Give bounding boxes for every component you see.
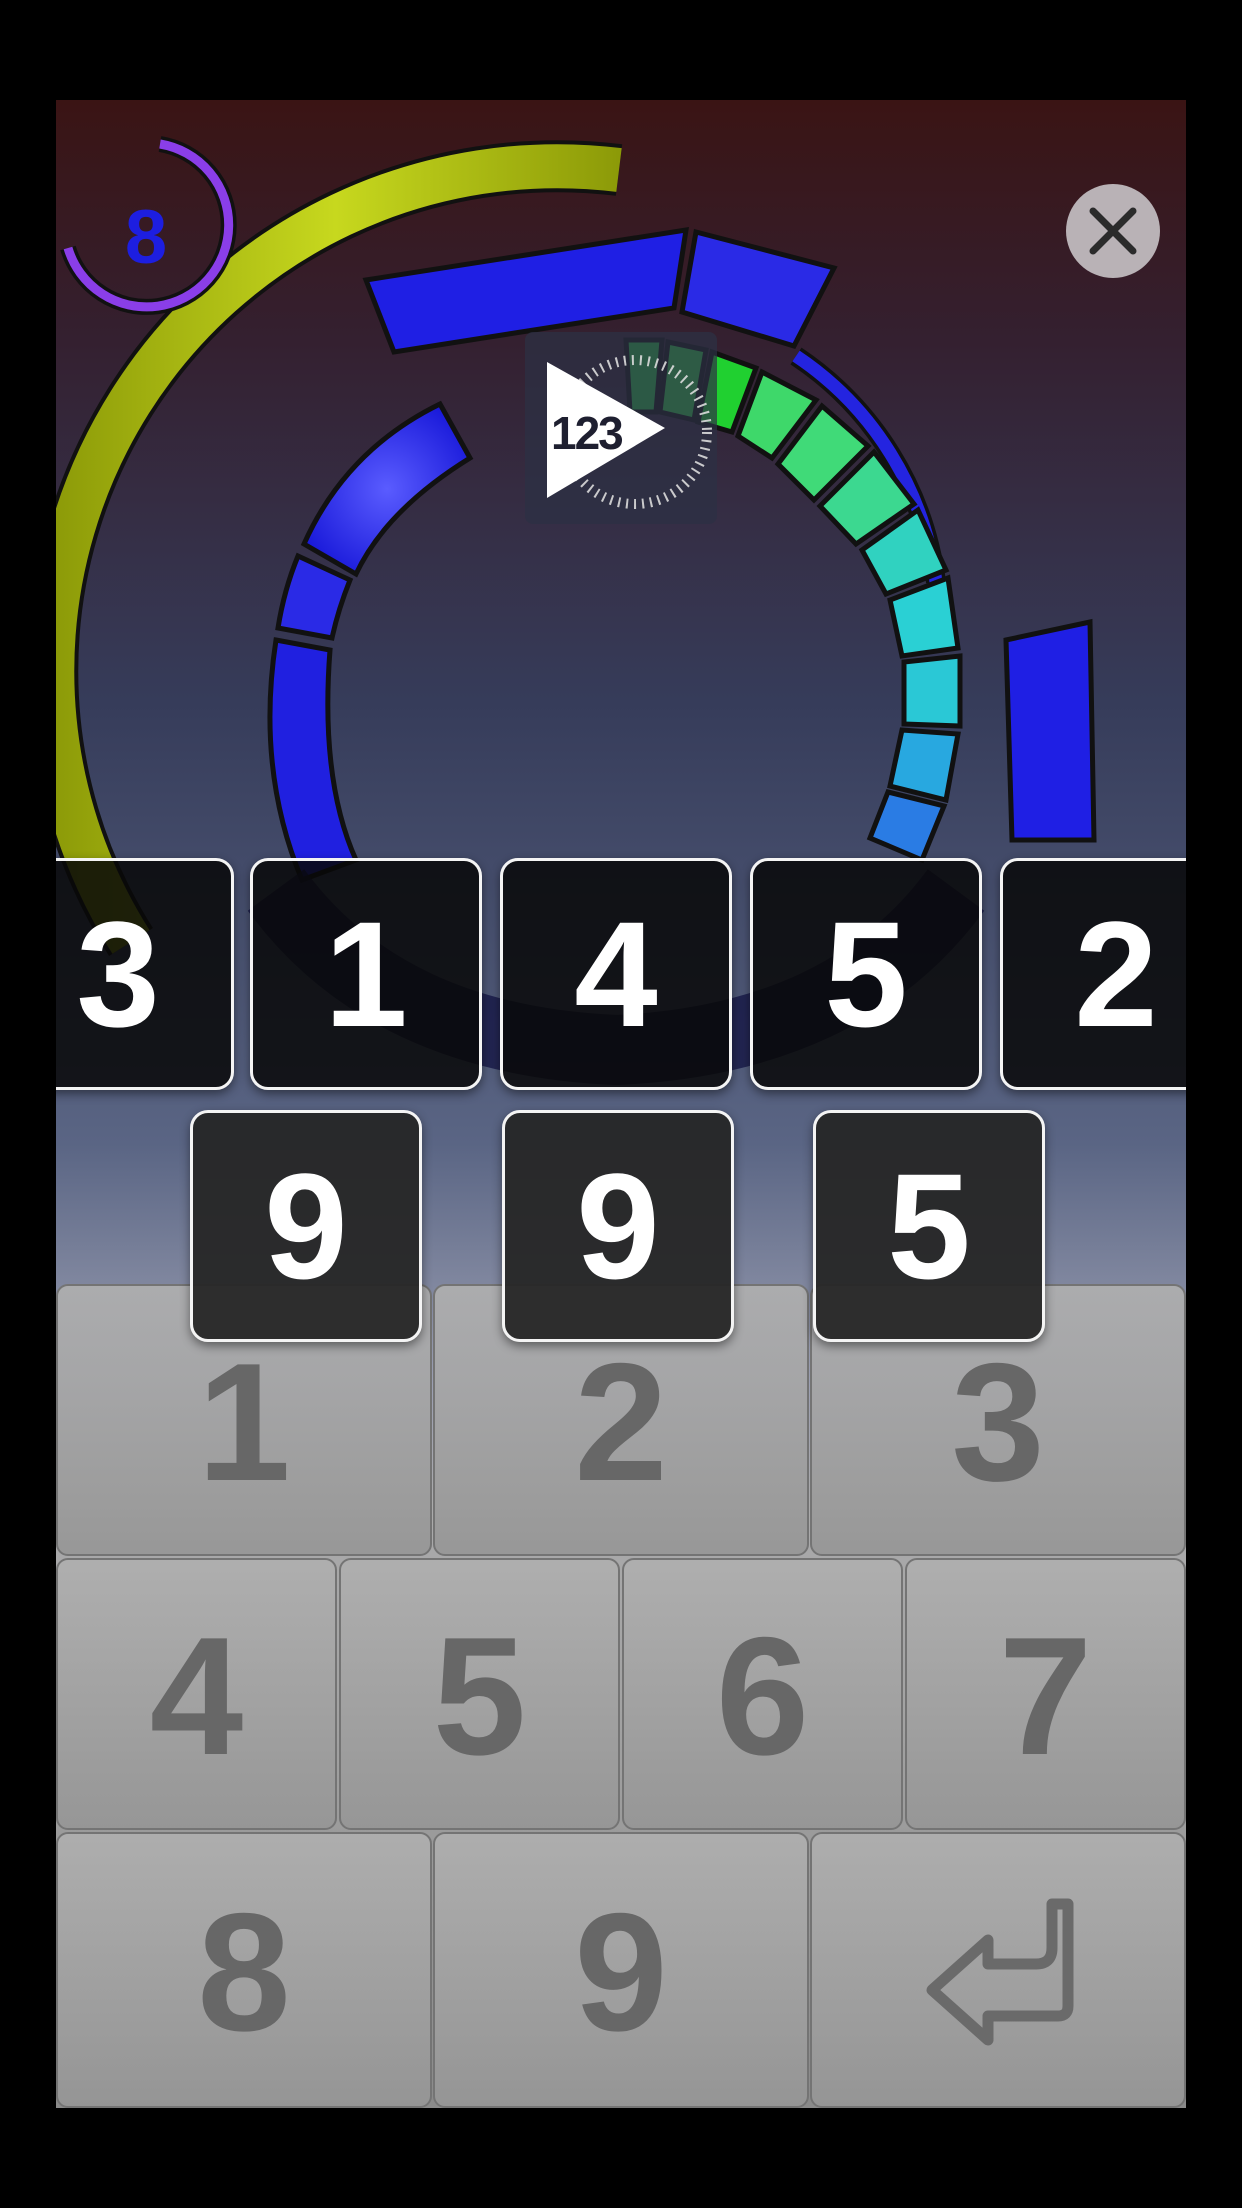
close-button[interactable] bbox=[1066, 184, 1160, 278]
sequence-tile: 3 bbox=[56, 858, 234, 1090]
ring-segment bbox=[267, 637, 360, 884]
keypad-key-6[interactable]: 6 bbox=[622, 1558, 903, 1830]
ring-segment bbox=[887, 727, 961, 804]
sequence-tile: 5 bbox=[813, 1110, 1045, 1342]
sequence-tile: 1 bbox=[250, 858, 482, 1090]
close-x-icon bbox=[1089, 207, 1137, 255]
keypad-key-8[interactable]: 8 bbox=[56, 1832, 432, 2108]
sequence-tile: 9 bbox=[190, 1110, 422, 1342]
number-keypad: 1 2 3 4 5 6 7 8 9 bbox=[56, 1284, 1186, 2108]
keypad-key-7[interactable]: 7 bbox=[905, 1558, 1186, 1830]
ring-segment bbox=[901, 653, 963, 729]
sequence-tile: 2 bbox=[1000, 858, 1186, 1090]
logo-text: 123 bbox=[551, 407, 624, 459]
enter-button[interactable] bbox=[810, 1832, 1186, 2108]
keypad-key-4[interactable]: 4 bbox=[56, 1558, 337, 1830]
ring-segment bbox=[275, 552, 354, 641]
sequence-tile: 9 bbox=[502, 1110, 734, 1342]
return-arrow-icon bbox=[926, 1898, 1074, 2046]
ring-segment bbox=[679, 228, 838, 349]
ring-segment bbox=[300, 400, 474, 578]
ring-segment bbox=[866, 789, 948, 864]
ring-segment bbox=[1003, 618, 1097, 843]
keypad-key-5[interactable]: 5 bbox=[339, 1558, 620, 1830]
keypad-key-9[interactable]: 9 bbox=[433, 1832, 809, 2108]
game-logo: 123 bbox=[525, 332, 717, 524]
sequence-tile: 4 bbox=[500, 858, 732, 1090]
timer-count: 8 bbox=[124, 195, 168, 280]
sequence-tile: 5 bbox=[750, 858, 982, 1090]
game-screen: 8 123 3 1 4 5 2 1 2 3 4 5 6 7 8 9 9 9 5 bbox=[56, 100, 1186, 2108]
